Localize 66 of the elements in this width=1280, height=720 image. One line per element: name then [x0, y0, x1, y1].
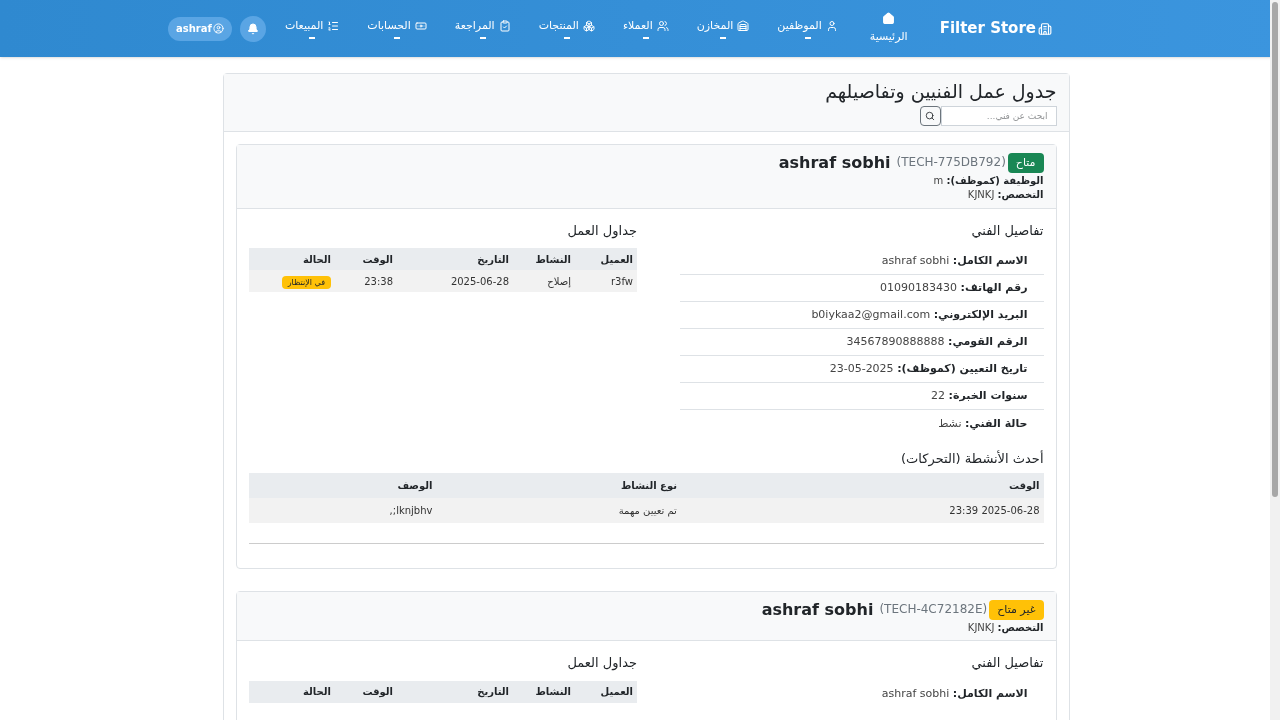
- technician-code: (TECH-775DB792): [896, 155, 1006, 171]
- column-header: الحالة: [302, 685, 332, 700]
- technician-code: (TECH-4C72182E): [879, 602, 988, 618]
- nav-dropdown[interactable]: المخازن: [692, 17, 754, 40]
- users-icon: [656, 20, 669, 32]
- search-icon: [925, 110, 935, 121]
- nav-dropdown[interactable]: المراجعة: [450, 17, 515, 40]
- nav-dropdown[interactable]: العملاء: [618, 17, 673, 40]
- status-badge: متاح: [1007, 152, 1044, 173]
- column-header: نوع النشاط: [436, 472, 681, 498]
- column-header: التاريخ: [476, 252, 510, 267]
- clipboard-icon: [498, 20, 511, 32]
- search-button[interactable]: [919, 105, 941, 126]
- warehouse-icon: [737, 20, 750, 32]
- column-header: التاريخ: [476, 685, 510, 700]
- nav-dropdown[interactable]: الموظفين: [773, 17, 842, 40]
- detail-text: حالة الفني: نشط: [938, 415, 1028, 432]
- section-title: تفاصيل الفني: [971, 654, 1044, 673]
- section-title: أحدث الأنشطة (التحركات): [901, 449, 1044, 469]
- table-cell-text: r3fw: [610, 274, 634, 289]
- notification-button[interactable]: [239, 15, 266, 42]
- column-header: الوقت: [361, 685, 394, 700]
- table-cell: 2025-06-28 23:39: [680, 497, 1044, 523]
- user-icon: [212, 23, 224, 34]
- column-header: النشاط: [534, 252, 572, 267]
- table-cell-text: 23:38: [363, 274, 394, 289]
- nav-link[interactable]: الرئيسية: [861, 11, 916, 46]
- user-icon: [825, 20, 838, 32]
- column-header: العميل: [599, 252, 634, 267]
- column-header: الوقت: [361, 252, 394, 267]
- column-header: الوقت: [680, 472, 1044, 498]
- status-badge: في الإنتظار: [281, 275, 331, 289]
- caret-icon: [804, 37, 811, 40]
- building-icon: [1038, 21, 1052, 36]
- status-badge: غير متاح: [989, 599, 1044, 620]
- technician-name: ashraf sobhi: [761, 599, 874, 620]
- column-header: الحالة: [302, 252, 332, 267]
- page-title: جدول عمل الفنيين وتفاصيلهم: [825, 80, 1057, 104]
- caret-icon: [479, 37, 486, 40]
- caret-icon: [563, 37, 570, 40]
- user-button[interactable]: ashraf: [168, 16, 232, 41]
- column-header: الوصف: [248, 472, 437, 498]
- home-icon: [882, 11, 896, 25]
- column-header: النشاط: [534, 685, 572, 700]
- table-cell-text: 2025-06-28: [449, 274, 510, 289]
- column-header: العميل: [599, 685, 634, 700]
- nav-dropdown[interactable]: الحسابات: [363, 17, 431, 40]
- brand-link[interactable]: Filter Store: [939, 17, 1052, 40]
- table-cell-text: إصلاح: [546, 274, 572, 289]
- bell-icon: [246, 22, 259, 35]
- table-cell: lknjbhv;,: [248, 497, 437, 523]
- technician-name: ashraf sobhi: [778, 152, 891, 173]
- banknote-icon: [414, 20, 427, 32]
- caret-icon: [720, 37, 726, 40]
- boxes-icon: [582, 20, 595, 32]
- section-title: جداول العمل: [567, 654, 637, 673]
- table-cell: تم تعيين مهمة: [436, 497, 681, 523]
- list-icon: [327, 20, 340, 32]
- search-field[interactable]: ابحث عن فني...: [940, 105, 1057, 126]
- nav-dropdown[interactable]: المنتجات: [534, 17, 599, 40]
- caret-icon: [642, 37, 649, 40]
- section-title: تفاصيل الفني: [971, 221, 1044, 240]
- caret-icon: [309, 37, 316, 40]
- nav-dropdown[interactable]: المبيعات: [280, 17, 344, 40]
- caret-icon: [394, 37, 401, 40]
- section-title: جداول العمل: [567, 221, 637, 241]
